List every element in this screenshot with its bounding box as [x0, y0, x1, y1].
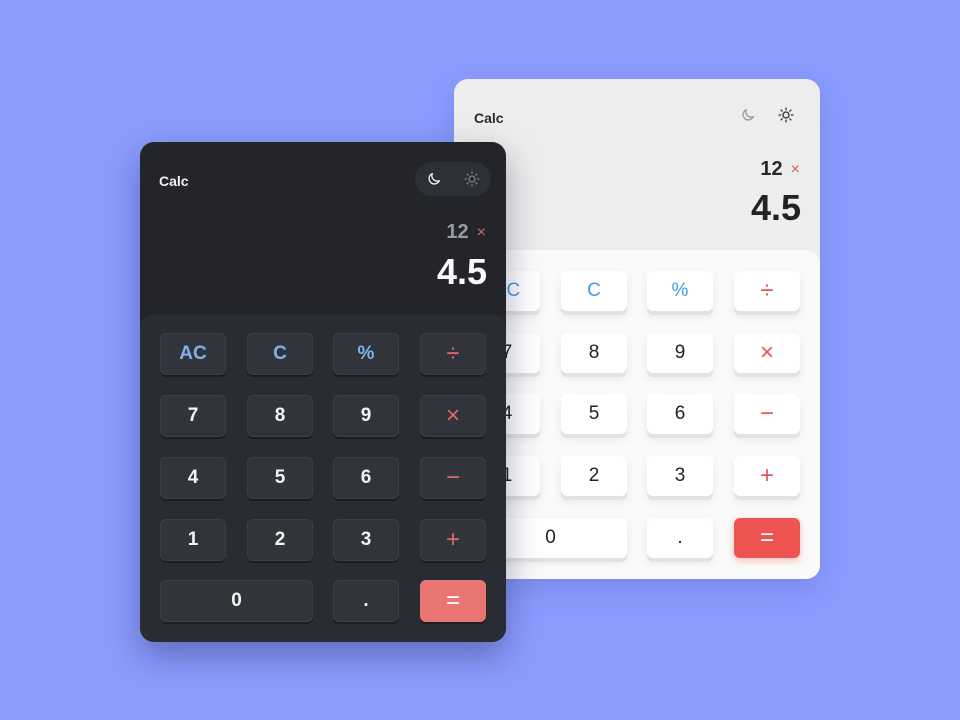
moon-icon[interactable] — [740, 107, 756, 123]
dark-result: 4.5 — [436, 251, 487, 292]
light-key-equals[interactable]: = — [734, 518, 800, 558]
sun-icon[interactable] — [778, 107, 794, 123]
light-key-3[interactable]: 3 — [647, 456, 713, 496]
dark-key-plus[interactable]: + — [420, 519, 486, 561]
dark-key-5[interactable]: 5 — [247, 457, 313, 499]
light-expression-operator: × — [790, 160, 800, 178]
dark-key-2[interactable]: 2 — [247, 519, 313, 561]
dark-key-8[interactable]: 8 — [247, 395, 313, 437]
dark-key-multiply[interactable]: × — [420, 395, 486, 437]
light-key-percent[interactable]: % — [647, 271, 713, 311]
dark-keypad: AC C % ÷ 7 8 9 × 4 5 6 − 1 2 3 + 0 . = — [140, 314, 506, 642]
dark-key-0[interactable]: 0 — [160, 580, 313, 622]
light-key-6[interactable]: 6 — [647, 394, 713, 434]
dark-key-1[interactable]: 1 — [160, 519, 226, 561]
light-key-multiply[interactable]: × — [734, 333, 800, 373]
dark-key-c[interactable]: C — [247, 333, 313, 375]
dark-key-minus[interactable]: − — [420, 457, 486, 499]
light-expression-value: 12 — [760, 158, 783, 180]
light-expression: 12 × — [740, 158, 800, 181]
light-key-divide[interactable]: ÷ — [734, 271, 800, 311]
dark-key-9[interactable]: 9 — [333, 395, 399, 437]
dark-theme-toggle[interactable] — [415, 162, 491, 196]
moon-icon[interactable] — [426, 171, 442, 187]
dark-key-equals[interactable]: = — [420, 580, 486, 622]
dark-key-7[interactable]: 7 — [160, 395, 226, 437]
light-key-c[interactable]: C — [561, 271, 627, 311]
light-result: 4.5 — [750, 187, 801, 228]
dark-key-ac[interactable]: AC — [160, 333, 226, 375]
light-key-dot[interactable]: . — [647, 518, 713, 558]
dark-key-percent[interactable]: % — [333, 333, 399, 375]
light-key-9[interactable]: 9 — [647, 333, 713, 373]
light-theme-toggle[interactable] — [729, 98, 805, 132]
light-key-5[interactable]: 5 — [561, 394, 627, 434]
light-key-minus[interactable]: − — [734, 394, 800, 434]
dark-calculator: Calc 12 × 4.5 AC C % ÷ 7 8 9 × 4 5 6 − 1… — [140, 142, 506, 642]
dark-key-divide[interactable]: ÷ — [420, 333, 486, 375]
dark-app-title: Calc — [159, 173, 189, 189]
light-key-2[interactable]: 2 — [561, 456, 627, 496]
dark-key-3[interactable]: 3 — [333, 519, 399, 561]
light-app-title: Calc — [474, 110, 504, 126]
light-key-plus[interactable]: + — [734, 456, 800, 496]
dark-expression-operator: × — [476, 223, 486, 241]
dark-key-4[interactable]: 4 — [160, 457, 226, 499]
dark-key-dot[interactable]: . — [333, 580, 399, 622]
dark-key-6[interactable]: 6 — [333, 457, 399, 499]
sun-icon[interactable] — [464, 171, 480, 187]
dark-expression-value: 12 — [446, 221, 469, 243]
dark-expression: 12 × — [420, 221, 486, 244]
light-key-8[interactable]: 8 — [561, 333, 627, 373]
